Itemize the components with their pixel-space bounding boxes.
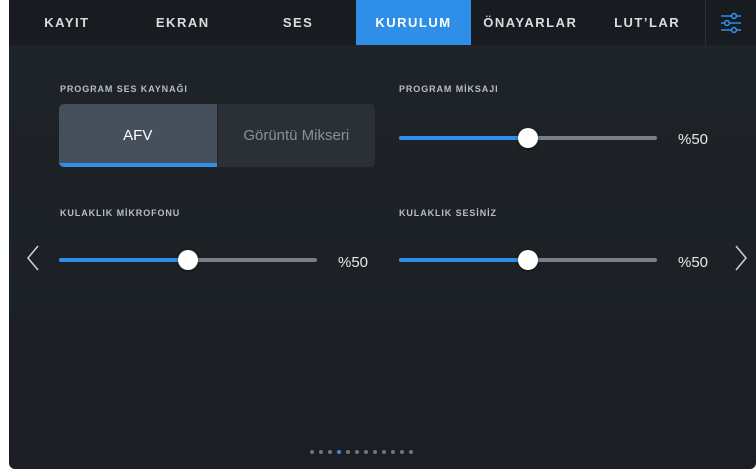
page-dot[interactable] [400, 450, 404, 454]
program-mix-value: %50 [678, 131, 709, 148]
chevron-right-icon [735, 245, 748, 271]
headset-volume-label: KULAKLIK SESİNİZ [399, 208, 497, 218]
tab-bar: KAYIT EKRAN SES KURULUM ÖNAYARLAR LUT’LA… [9, 0, 756, 45]
headset-mic-slider[interactable] [59, 250, 317, 270]
page-dot[interactable] [328, 450, 332, 454]
headset-volume-value: %50 [678, 254, 709, 271]
page-dot[interactable] [319, 450, 323, 454]
slider-fill [399, 136, 528, 140]
program-audio-source-selector: AFV Görüntü Mikseri [59, 104, 375, 167]
page-dot[interactable] [373, 450, 377, 454]
slider-thumb[interactable] [178, 250, 198, 270]
option-video-mixer[interactable]: Görüntü Mikseri [216, 104, 376, 167]
chevron-left-icon [26, 245, 39, 271]
page-indicator [310, 450, 413, 454]
program-audio-source-label: PROGRAM SES KAYNAĞI [60, 84, 188, 94]
menu-button[interactable] [705, 0, 756, 45]
tab-luts[interactable]: LUT’LAR [589, 0, 705, 45]
page-dot[interactable] [409, 450, 413, 454]
headset-mic-label: KULAKLIK MİKROFONU [60, 208, 181, 218]
tab-setup[interactable]: KURULUM [355, 0, 472, 45]
headset-volume-slider[interactable] [399, 250, 657, 270]
program-mix-slider[interactable] [399, 128, 657, 148]
next-page-button[interactable] [731, 243, 751, 273]
slider-fill [59, 258, 188, 262]
tab-record[interactable]: KAYIT [9, 0, 125, 45]
tab-presets[interactable]: ÖNAYARLAR [471, 0, 589, 45]
headset-mic-value: %50 [338, 254, 369, 271]
page-dot[interactable] [346, 450, 350, 454]
setup-screen: KAYIT EKRAN SES KURULUM ÖNAYARLAR LUT’LA… [9, 0, 756, 469]
slider-thumb[interactable] [518, 128, 538, 148]
slider-fill [399, 258, 528, 262]
page-dot[interactable] [337, 450, 341, 454]
page-dot[interactable] [310, 450, 314, 454]
tab-monitor[interactable]: EKRAN [125, 0, 241, 45]
slider-thumb[interactable] [518, 250, 538, 270]
page-dot[interactable] [355, 450, 359, 454]
previous-page-button[interactable] [23, 243, 43, 273]
page-dot[interactable] [382, 450, 386, 454]
page-dot[interactable] [364, 450, 368, 454]
tab-audio[interactable]: SES [241, 0, 356, 45]
program-mix-label: PROGRAM MİKSAJI [399, 84, 499, 94]
page-dot[interactable] [391, 450, 395, 454]
option-afv[interactable]: AFV [59, 104, 217, 167]
sliders-menu-icon [721, 12, 742, 33]
